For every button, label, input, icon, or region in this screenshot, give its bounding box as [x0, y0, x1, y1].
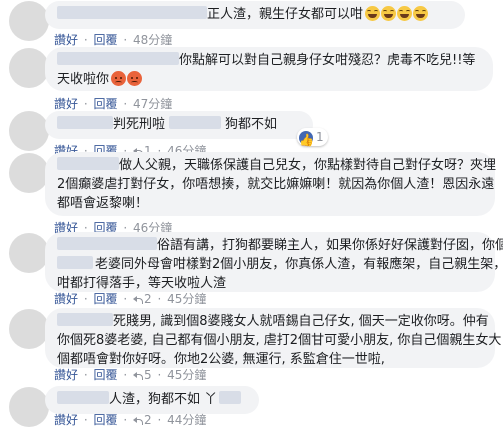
- laughing-emoji-icon: [381, 6, 397, 21]
- reply-button[interactable]: 回覆: [94, 33, 118, 47]
- timestamp[interactable]: 48分鐘: [133, 33, 172, 47]
- separator: ·: [123, 97, 128, 111]
- comment-text-line: 老婆同外母會咁樣對2個小朋友，你真係人渣，有報應架，自己親生架，: [95, 257, 503, 272]
- timestamp[interactable]: 44分鐘: [167, 413, 206, 427]
- commenter-name[interactable]: [57, 391, 109, 404]
- comment-text-line: 天收啦你: [57, 72, 110, 87]
- comment-bubble: 正人渣，親生仔女都可以咁: [45, 1, 465, 29]
- comment-text-line: 做人父親，天職係保護自己兒女，你點樣對待自己對仔女呀？夾埋: [119, 158, 497, 173]
- like-button[interactable]: 讚好: [54, 97, 78, 111]
- comment-bubble: 人渣，狗都不如 丫: [45, 386, 259, 414]
- separator: ·: [83, 97, 88, 111]
- comment-text-line: 2個癲婆虐打對仔女，你唔想揍，就交比嫲嫲喇！就因為你個人渣！恩因永遠: [57, 177, 495, 192]
- reply-count[interactable]: 5: [144, 368, 152, 382]
- comment-bubble: 做人父親，天職係保護自己兒女，你點樣對待自己對仔女呀？夾埋 2個癲婆虐打對仔女，…: [45, 152, 497, 216]
- comment-feed: 正人渣，親生仔女都可以咁 讚好 · 回覆 · 48分鐘 你點解可以對自己親身仔女…: [0, 0, 503, 430]
- like-button[interactable]: 讚好: [54, 368, 78, 382]
- comment-bubble: 判死刑啦 狗都不如: [45, 111, 313, 139]
- separator: ·: [123, 292, 128, 306]
- redacted-text: [169, 116, 222, 129]
- like-count: 1: [316, 130, 324, 144]
- avatar[interactable]: [9, 153, 49, 193]
- separator: ·: [83, 292, 88, 306]
- commenter-name[interactable]: [57, 116, 113, 129]
- reply-count[interactable]: 2: [144, 413, 152, 427]
- commenter-name[interactable]: [57, 157, 119, 170]
- reply-button[interactable]: 回覆: [94, 97, 118, 111]
- angry-emoji-icon: [111, 71, 127, 86]
- like-button[interactable]: 讚好: [54, 292, 78, 306]
- commenter-name[interactable]: [57, 237, 157, 250]
- separator: ·: [157, 413, 162, 427]
- commenter-name[interactable]: [57, 52, 179, 65]
- separator: ·: [157, 368, 162, 382]
- comment-text-line: 你個死8婆老婆, 自己都有個小朋友, 虐打2個甘可愛小朋友, 你自己個親生女大: [57, 333, 502, 348]
- separator: ·: [123, 33, 128, 47]
- separator: ·: [157, 292, 162, 306]
- avatar[interactable]: [9, 387, 49, 427]
- redacted-text: [57, 256, 93, 269]
- separator: ·: [83, 368, 88, 382]
- avatar[interactable]: [9, 111, 49, 151]
- reply-button[interactable]: 回覆: [94, 368, 118, 382]
- comment-actions: 讚好 · 回覆 · 48分鐘: [54, 31, 172, 48]
- comment-text: 人渣，狗都不如 丫: [109, 392, 218, 407]
- timestamp[interactable]: 45分鐘: [167, 368, 206, 382]
- like-button[interactable]: 讚好: [54, 413, 78, 427]
- laughing-emoji-icon: [413, 6, 429, 21]
- emoji-group: [365, 6, 429, 22]
- timestamp[interactable]: 47分鐘: [133, 97, 172, 111]
- commenter-name[interactable]: [57, 313, 113, 326]
- comment-text-line: 都唔會返黎喇！: [57, 196, 149, 211]
- commenter-name[interactable]: [57, 6, 207, 19]
- reply-count[interactable]: 2: [144, 292, 152, 306]
- comment-actions: 讚好 · 回覆 · 2 · 45分鐘: [54, 290, 206, 307]
- thumbs-up-icon: [299, 131, 313, 145]
- like-button[interactable]: 讚好: [54, 33, 78, 47]
- avatar[interactable]: [9, 48, 49, 88]
- angry-emoji-icon: [127, 71, 143, 86]
- comment-actions: 讚好 · 回覆 · 2 · 44分鐘: [54, 411, 206, 428]
- reply-arrow-icon: [133, 294, 143, 304]
- reply-arrow-icon: [133, 370, 143, 380]
- laughing-emoji-icon: [365, 6, 381, 21]
- comment-text-line: 死賤男, 識到個8婆賤女人就唔錫自己仔女, 個天一定收你呀。仲有: [113, 314, 489, 329]
- comment-text: 狗都不如: [225, 117, 278, 132]
- comment-bubble: 你點解可以對自己親身仔女咁殘忍？虎毒不吃兒!!等 天收啦你: [45, 47, 493, 91]
- avatar[interactable]: [9, 233, 49, 273]
- reply-button[interactable]: 回覆: [94, 292, 118, 306]
- separator: ·: [123, 413, 128, 427]
- comment-bubble: 死賤男, 識到個8婆賤女人就唔錫自己仔女, 個天一定收你呀。仲有 你個死8婆老婆…: [45, 308, 502, 368]
- avatar[interactable]: [9, 1, 49, 41]
- separator: ·: [83, 413, 88, 427]
- reply-arrow-icon: [133, 415, 143, 425]
- separator: ·: [83, 33, 88, 47]
- reply-button[interactable]: 回覆: [94, 413, 118, 427]
- timestamp[interactable]: 45分鐘: [167, 292, 206, 306]
- separator: ·: [123, 368, 128, 382]
- avatar[interactable]: [9, 309, 49, 349]
- comment-text: 判死刑啦: [113, 117, 166, 132]
- comment-actions: 讚好 · 回覆 · 47分鐘: [54, 95, 172, 112]
- comment-bubble: 俗語有講，打狗都要睇主人，如果你係好好保護對仔囡，你個 老婆同外母會咁樣對2個小…: [45, 232, 503, 292]
- laughing-emoji-icon: [397, 6, 413, 21]
- comment-text-line: 俗語有講，打狗都要睇主人，如果你係好好保護對仔囡，你個: [157, 238, 503, 253]
- redacted-text: [219, 391, 242, 404]
- comment-actions: 讚好 · 回覆 · 5 · 45分鐘: [54, 366, 206, 383]
- like-count-badge[interactable]: 1: [297, 128, 328, 146]
- comment-text: 正人渣，親生仔女都可以咁: [207, 7, 364, 22]
- comment-text-line: 你點解可以對自己親身仔女咁殘忍？虎毒不吃兒!!等: [179, 53, 476, 68]
